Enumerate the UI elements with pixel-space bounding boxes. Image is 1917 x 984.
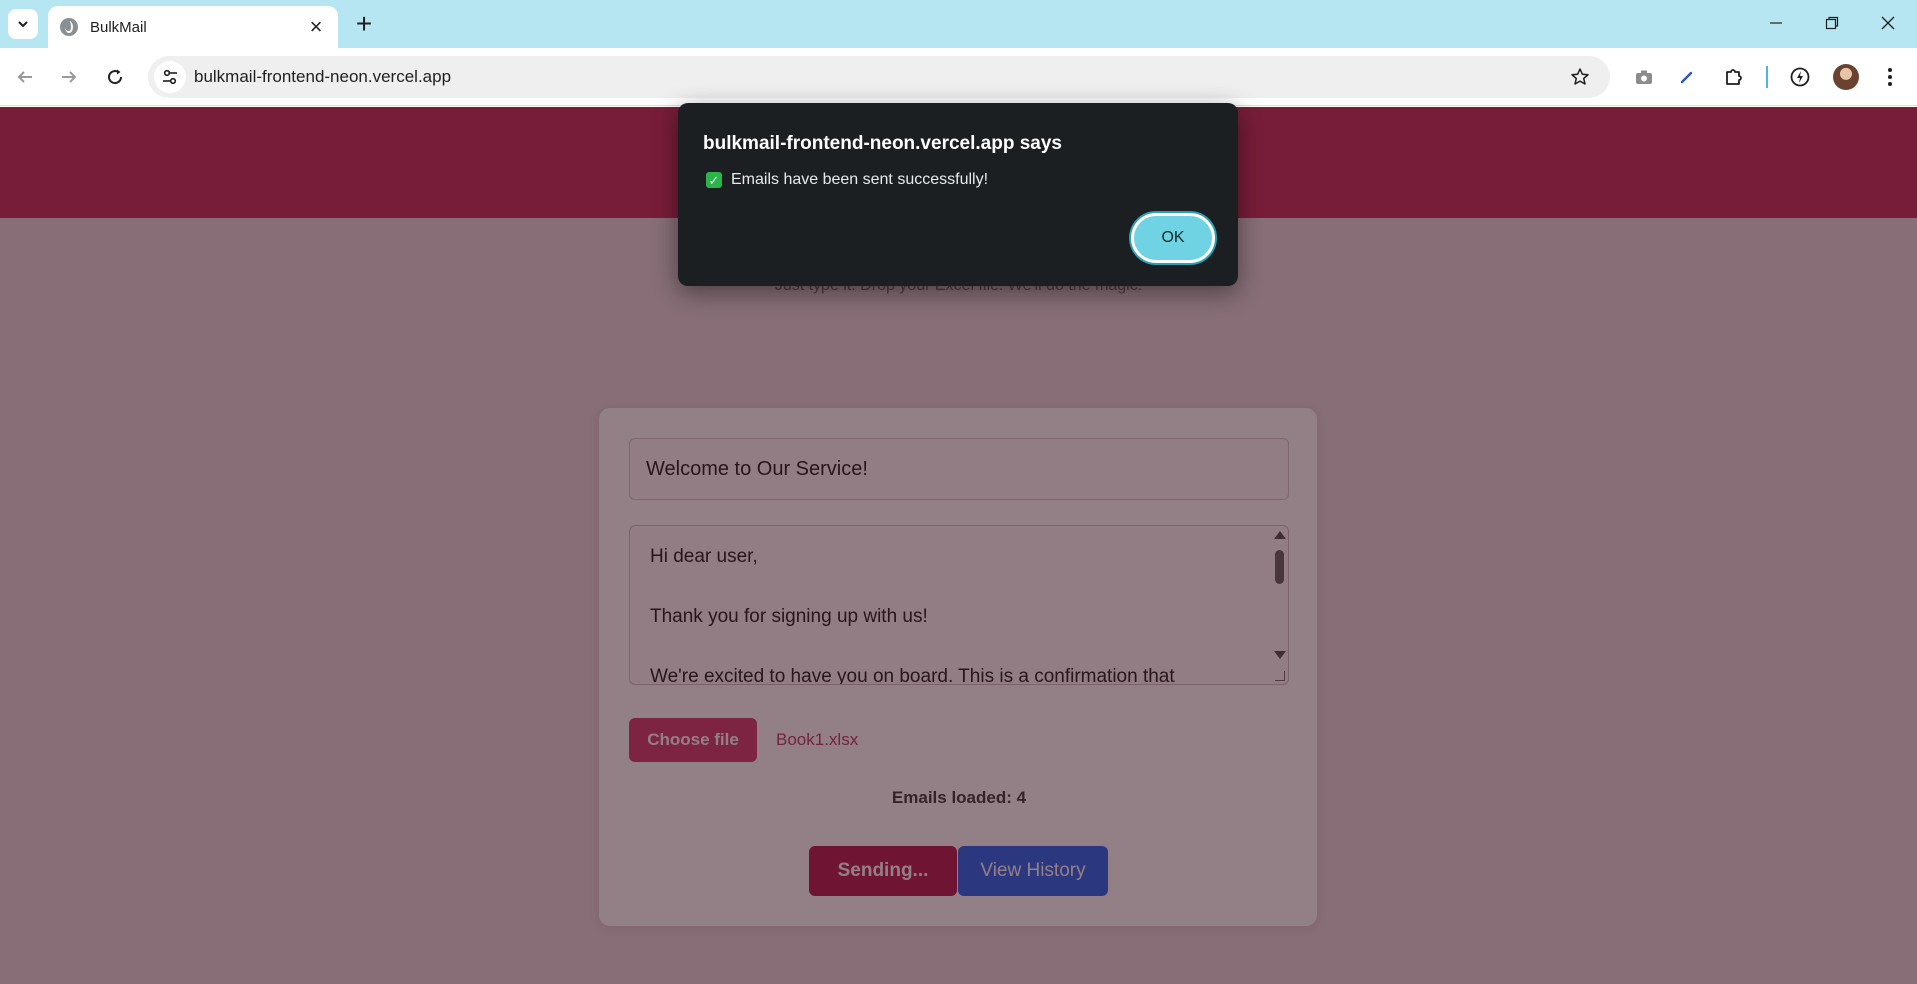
minimize-icon — [1770, 22, 1782, 24]
star-icon — [1571, 68, 1589, 85]
close-window-button[interactable] — [1868, 8, 1908, 38]
alert-dialog: bulkmail-frontend-neon.vercel.app says ✓… — [678, 103, 1238, 286]
arrow-right-icon — [62, 71, 77, 83]
tab-strip: BulkMail × + — [0, 0, 1917, 48]
restore-button[interactable] — [1812, 8, 1852, 38]
ok-button[interactable]: OK — [1131, 213, 1215, 263]
check-mark-icon: ✓ — [706, 172, 722, 188]
close-icon[interactable]: × — [306, 16, 326, 38]
camera-icon — [1636, 70, 1652, 84]
restore-icon — [1825, 16, 1839, 30]
new-tab-button[interactable]: + — [350, 10, 378, 38]
browser-menu-button[interactable] — [1876, 63, 1904, 91]
extensions-button[interactable] — [1720, 63, 1748, 91]
url-text[interactable]: bulkmail-frontend-neon.vercel.app — [194, 67, 451, 87]
close-window-icon — [1881, 16, 1895, 30]
bolt-icon — [1790, 67, 1810, 87]
performance-button[interactable] — [1786, 63, 1814, 91]
puzzle-icon — [1726, 69, 1742, 85]
bookmark-button[interactable] — [1568, 65, 1592, 89]
forward-button[interactable] — [51, 59, 87, 95]
browser-toolbar: bulkmail-frontend-neon.vercel.app — [0, 48, 1917, 106]
arrow-left-icon — [17, 71, 32, 83]
reload-icon — [108, 69, 123, 85]
site-info-button[interactable] — [154, 61, 186, 93]
tab-list-button[interactable] — [8, 9, 38, 39]
back-button[interactable] — [7, 59, 43, 95]
pen-extension-button[interactable] — [1673, 63, 1701, 91]
pen-icon — [1680, 71, 1693, 84]
tab-bulkmail[interactable]: BulkMail × — [48, 6, 338, 48]
toolbar-separator — [1766, 66, 1768, 88]
minimize-button[interactable] — [1756, 8, 1796, 38]
dialog-title: bulkmail-frontend-neon.vercel.app says — [703, 133, 1062, 154]
chevron-down-icon — [18, 21, 28, 28]
address-bar[interactable]: bulkmail-frontend-neon.vercel.app — [148, 56, 1610, 98]
plus-icon: + — [355, 8, 373, 39]
reload-button[interactable] — [97, 59, 133, 95]
screenshot-button[interactable] — [1630, 63, 1658, 91]
globe-icon — [60, 18, 78, 36]
tab-title: BulkMail — [90, 18, 147, 36]
profile-avatar[interactable] — [1833, 64, 1859, 90]
dialog-message: ✓ Emails have been sent successfully! — [706, 171, 988, 189]
tune-icon — [163, 69, 177, 85]
kebab-menu-icon — [1888, 68, 1892, 86]
dialog-message-text: Emails have been sent successfully! — [731, 171, 989, 188]
